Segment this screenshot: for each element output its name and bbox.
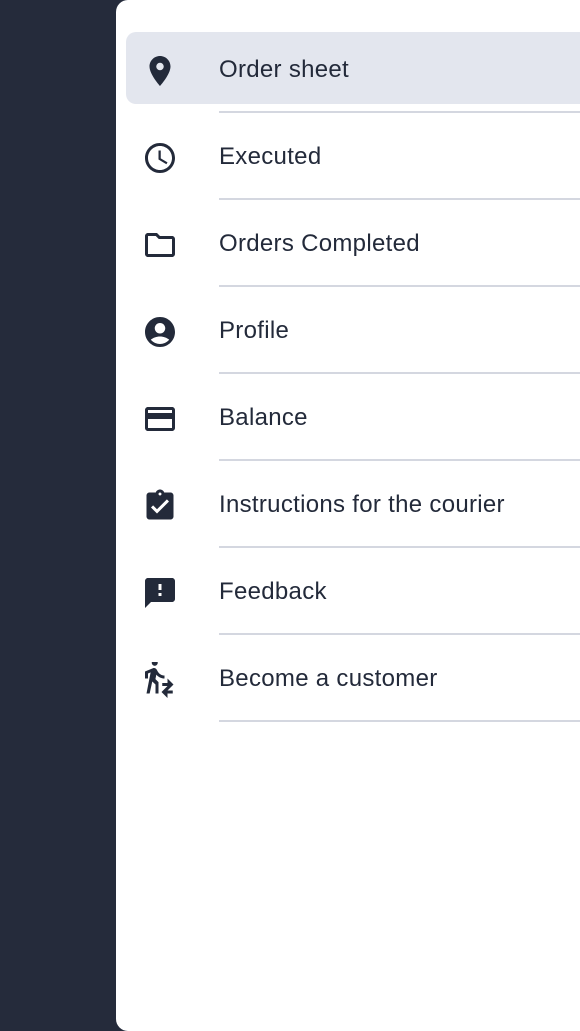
active-highlight (126, 32, 580, 104)
menu-item-label: Profile (219, 317, 290, 344)
drawer-menu: Order sheet Executed Orders Completed Pr… (116, 25, 580, 722)
location-pin-icon (142, 53, 178, 89)
menu-item-label: Order sheet (219, 56, 350, 83)
menu-item-orders-completed[interactable]: Orders Completed (116, 199, 580, 287)
menu-item-instructions[interactable]: Instructions for the courier (116, 460, 580, 548)
folder-icon (142, 227, 178, 263)
menu-item-order-sheet[interactable]: Order sheet (116, 25, 580, 113)
menu-item-label: Executed (219, 143, 322, 170)
credit-card-icon (142, 401, 178, 437)
menu-item-label: Balance (219, 404, 308, 431)
menu-item-profile[interactable]: Profile (116, 286, 580, 374)
menu-item-executed[interactable]: Executed (116, 112, 580, 200)
walker-swap-icon (142, 662, 178, 698)
navigation-drawer: Order sheet Executed Orders Completed Pr… (116, 0, 580, 1031)
feedback-icon (142, 575, 178, 611)
clipboard-check-icon (142, 488, 178, 524)
menu-item-label: Feedback (219, 578, 327, 605)
menu-item-label: Become a customer (219, 665, 438, 692)
menu-item-label: Instructions for the courier (219, 491, 505, 518)
menu-item-feedback[interactable]: Feedback (116, 547, 580, 635)
menu-item-become-customer[interactable]: Become a customer (116, 634, 580, 722)
divider (219, 720, 580, 722)
account-circle-icon (142, 314, 178, 350)
menu-item-label: Orders Completed (219, 230, 420, 257)
menu-item-balance[interactable]: Balance (116, 373, 580, 461)
clock-icon (142, 140, 178, 176)
